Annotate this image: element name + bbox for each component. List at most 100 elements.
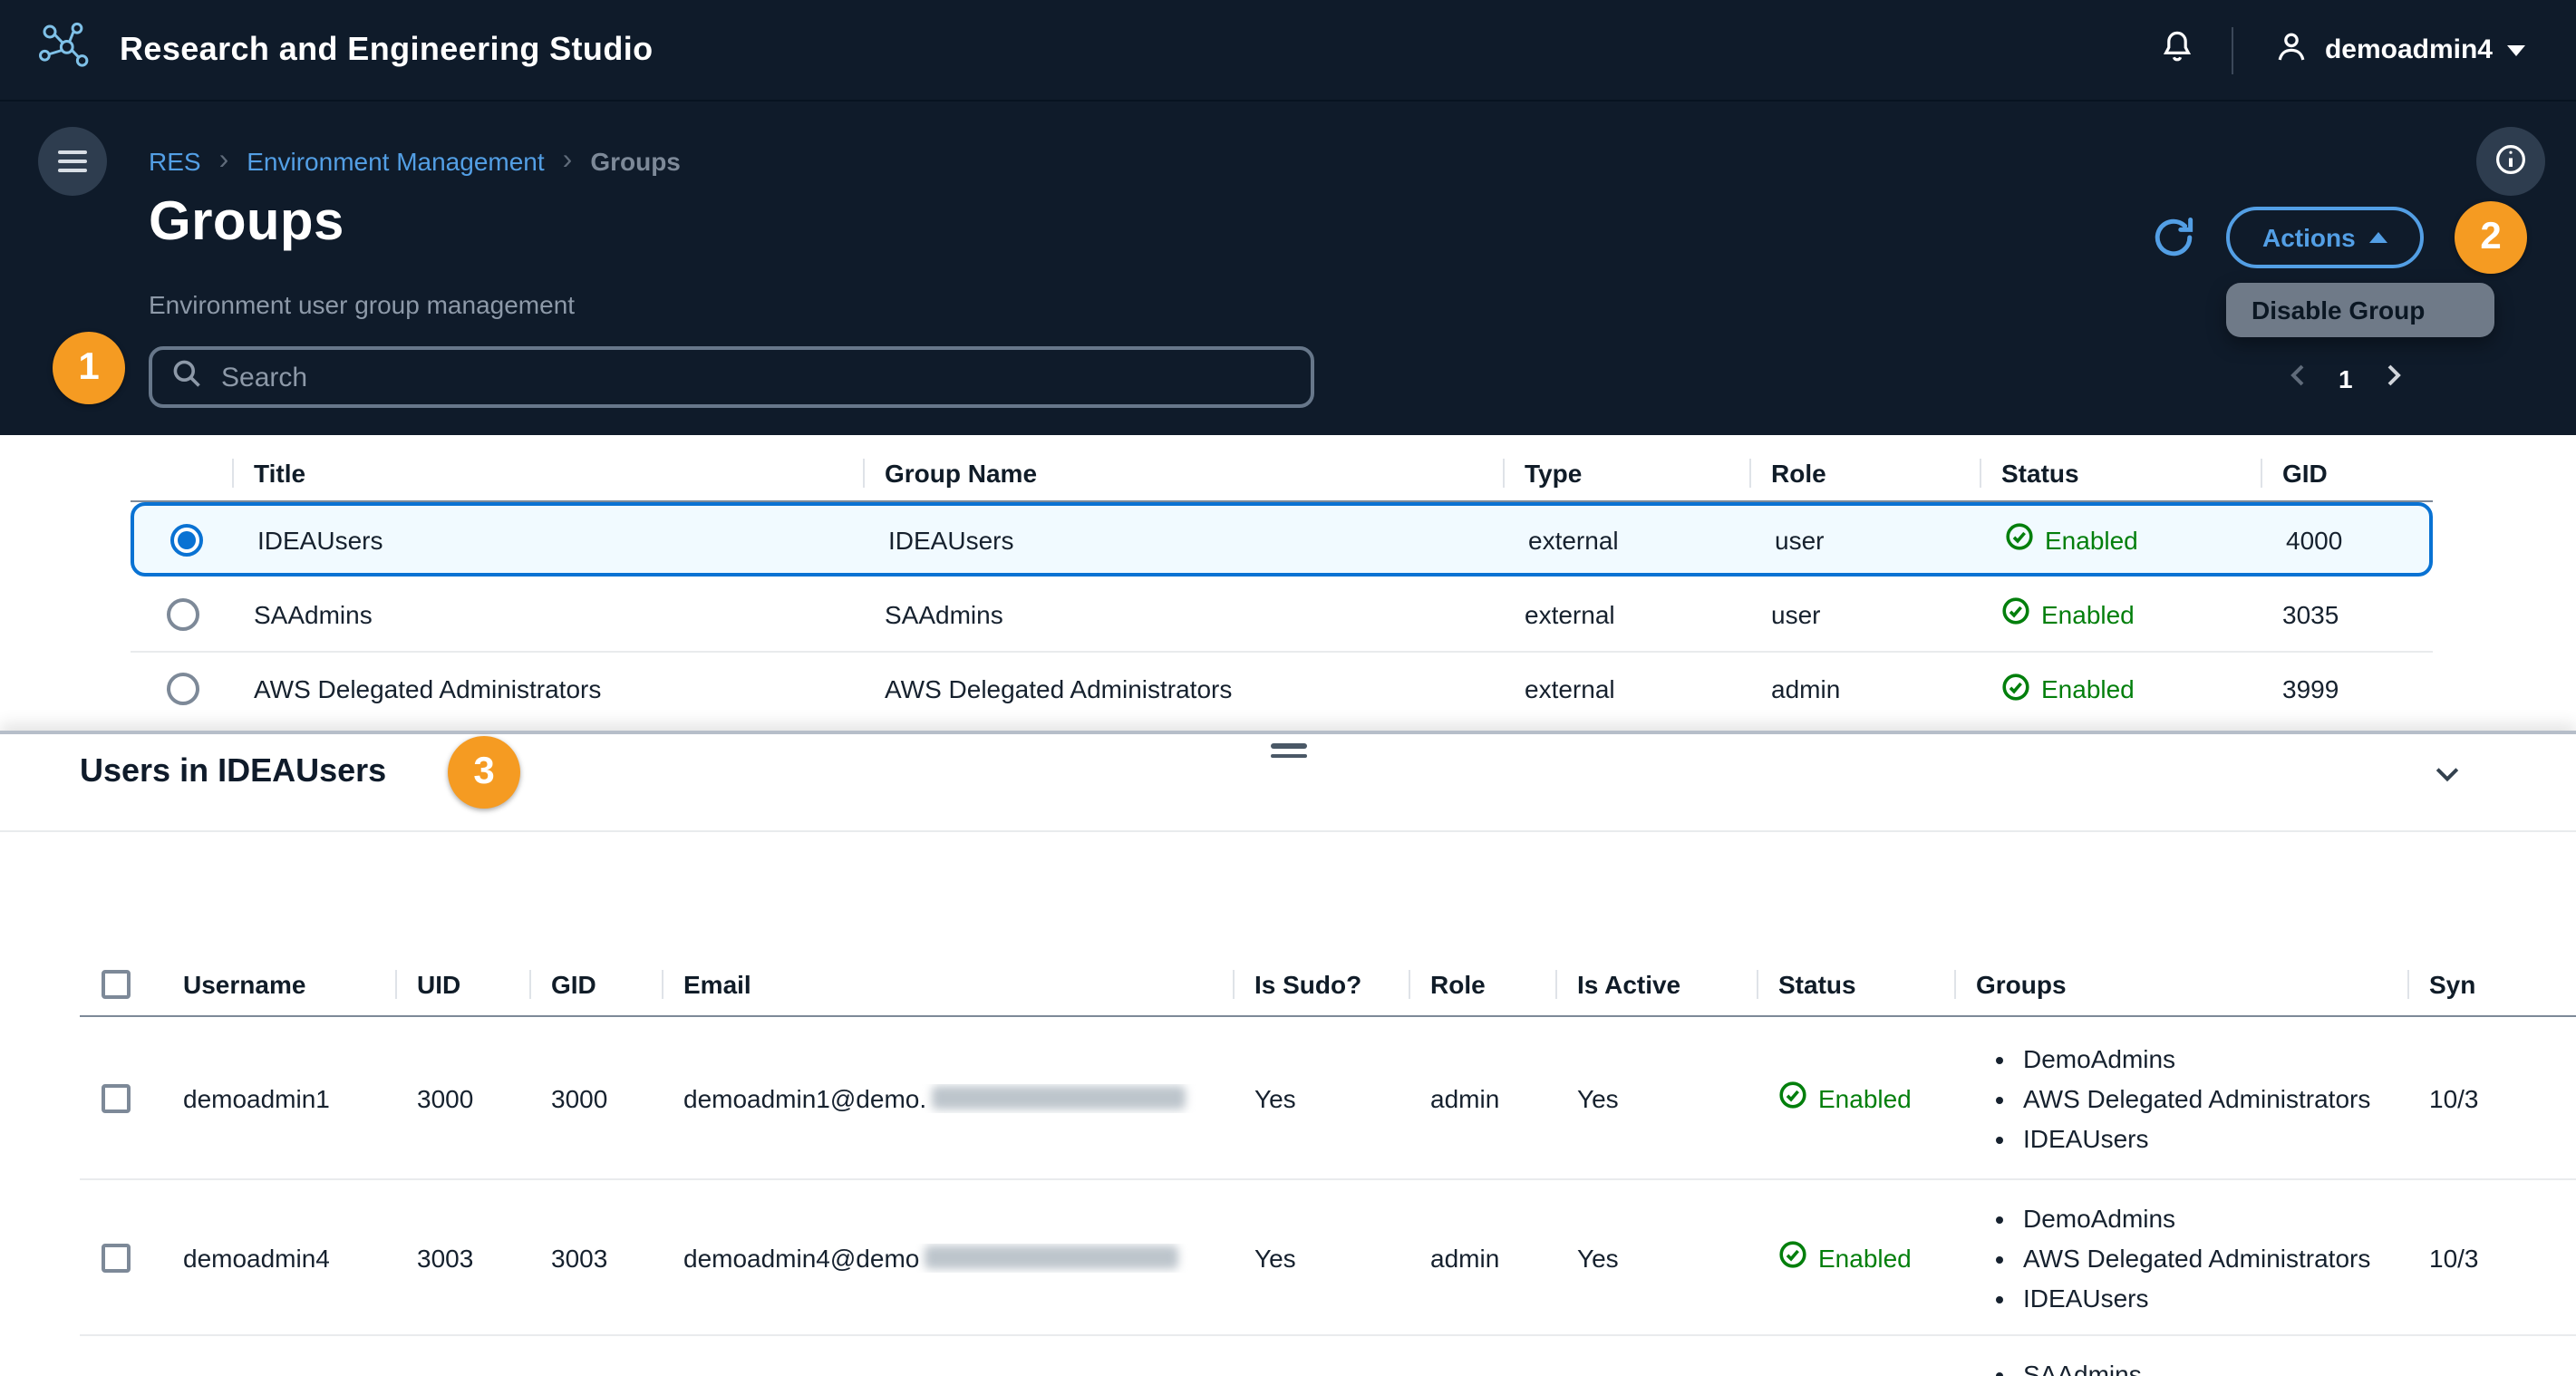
group-row-saadmins[interactable]: SAAdmins SAAdmins external user Enabled … [131,577,2433,651]
group-row-ideausers[interactable]: IDEAUsers IDEAUsers external user Enable… [131,502,2433,577]
status-badge: Enabled [1757,1080,1954,1115]
check-circle-icon [2001,672,2030,706]
split-panel: Users in IDEAUsers Username UID GID Emai… [0,731,2576,1376]
dropdown-item-disable-group[interactable]: Disable Group [2226,283,2494,337]
user-row-demoadmin1[interactable]: demoadmin1 3000 3000 demoadmin1@demo. Ye… [80,1017,2576,1180]
column-header-is-active: Is Active [1555,966,1757,1003]
group-title: IDEAUsers [236,525,867,554]
column-header-uid: UID [395,966,529,1003]
breadcrumb-link-environment-management[interactable]: Environment Management [247,147,544,176]
brand: Research and Engineering Studio [33,18,654,82]
page-header: RES › Environment Management › Groups Gr… [0,102,2576,435]
user-menu-button[interactable]: demoadmin4 [2263,27,2536,73]
breadcrumb-current: Groups [590,147,681,176]
groups-table: Title Group Name Type Role Status GID ID… [0,435,2576,731]
row-checkbox[interactable] [102,1243,131,1272]
user-role: admin [1409,1083,1555,1112]
check-circle-icon [2001,596,2030,631]
actions-dropdown: Disable Group [2226,283,2494,337]
status-badge: Enabled [1980,672,2261,706]
user-icon [2274,29,2310,71]
info-icon [2493,141,2529,182]
current-page[interactable]: 1 [2339,363,2353,392]
group-role: admin [1749,674,1980,703]
search-icon [170,356,203,398]
topbar-utilities: demoadmin4 [2153,22,2536,78]
top-navigation: Research and Engineering Studio [0,0,2576,102]
user-row-partial[interactable]: SAAdmins [80,1336,2576,1376]
group-type: external [1506,525,1753,554]
user-username: demoadmin4 [161,1243,395,1272]
group-list-item: IDEAUsers [2023,1118,2407,1158]
annotation-marker-3: 3 [448,736,520,809]
column-header-group-name: Group Name [863,455,1503,491]
refresh-button[interactable] [2148,214,2199,265]
menu-icon [58,160,87,163]
collapse-split-panel-button[interactable] [2422,752,2473,799]
row-radio[interactable] [167,673,199,705]
next-page-button[interactable] [2375,357,2411,399]
notifications-button[interactable] [2153,22,2203,78]
caret-down-icon [2507,44,2525,55]
status-label: Enabled [1818,1083,1912,1112]
group-gid: 3035 [2261,599,2433,628]
column-header-status: Status [1757,966,1954,1003]
group-list-item: SAAdmins [2023,1354,2407,1376]
group-list-item: DemoAdmins [2023,1038,2407,1078]
group-row-aws-delegated-administrators[interactable]: AWS Delegated Administrators AWS Delegat… [131,651,2433,725]
previous-page-button[interactable] [2281,357,2317,399]
info-button[interactable] [2476,127,2545,196]
group-list-item: AWS Delegated Administrators [2023,1237,2407,1277]
group-title: SAAdmins [232,599,863,628]
users-table: Username UID GID Email Is Sudo? Role Is … [80,954,2576,1376]
user-groups: DemoAdmins AWS Delegated Administrators … [1954,1038,2407,1158]
user-is-sudo: Yes [1233,1083,1409,1112]
user-groups: DemoAdmins AWS Delegated Administrators … [1954,1197,2407,1317]
group-role: user [1753,525,1983,554]
column-header-gid: GID [2261,455,2433,491]
side-nav-toggle-button[interactable] [38,127,107,196]
group-gid: 4000 [2264,525,2429,554]
user-row-demoadmin4[interactable]: demoadmin4 3003 3003 demoadmin4@demo Yes… [80,1180,2576,1336]
column-header-is-sudo: Is Sudo? [1233,966,1409,1003]
row-radio[interactable] [167,597,199,630]
user-email: demoadmin4@demo [662,1243,1233,1272]
users-table-header: Username UID GID Email Is Sudo? Role Is … [80,954,2576,1017]
split-panel-title: Users in IDEAUsers [80,752,386,790]
actions-button-label: Actions [2262,223,2356,252]
breadcrumb: RES › Environment Management › Groups [149,147,681,176]
check-circle-icon [1778,1240,1807,1274]
group-role: user [1749,599,1980,628]
group-name: IDEAUsers [867,525,1506,554]
user-groups: SAAdmins [1954,1354,2407,1376]
app-title: Research and Engineering Studio [120,31,654,69]
user-name: demoadmin4 [2325,34,2493,65]
actions-button[interactable]: Actions [2226,207,2425,268]
chevron-down-icon [2431,757,2464,795]
row-radio-selected[interactable] [170,523,203,556]
annotation-marker-2: 2 [2455,201,2527,274]
split-panel-drag-handle[interactable] [1259,740,1317,761]
bell-icon [2160,29,2196,71]
breadcrumb-link-res[interactable]: RES [149,147,201,176]
app-viewport: Research and Engineering Studio [0,0,2576,1376]
status-badge: Enabled [1980,596,2261,631]
group-type: external [1503,599,1749,628]
status-label: Enabled [1818,1243,1912,1272]
group-type: external [1503,674,1749,703]
group-gid: 3999 [2261,674,2433,703]
breadcrumb-separator-icon: › [563,147,573,176]
user-is-active: Yes [1555,1083,1757,1112]
annotation-marker-1: 1 [53,332,125,404]
search-input[interactable] [218,360,1293,394]
email-visible-text: demoadmin1@demo. [683,1083,926,1112]
page-description: Environment user group management [149,290,575,319]
column-header-type: Type [1503,455,1749,491]
row-checkbox[interactable] [102,1083,131,1112]
user-uid: 3000 [395,1083,529,1112]
select-all-checkbox[interactable] [102,970,131,999]
status-badge: Enabled [1983,522,2264,557]
email-visible-text: demoadmin4@demo [683,1243,919,1272]
user-username: demoadmin1 [161,1083,395,1112]
column-header-email: Email [662,966,1233,1003]
